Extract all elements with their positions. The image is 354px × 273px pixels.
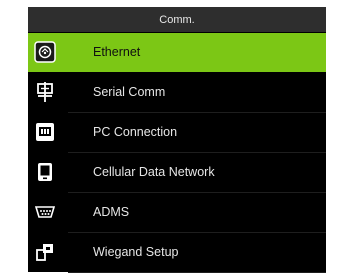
menu-item-pc-connection[interactable]: PC Connection xyxy=(28,113,326,153)
menu-item-label: Wiegand Setup xyxy=(93,245,179,259)
menu-item-cellular-data-network[interactable]: Cellular Data Network xyxy=(28,153,326,193)
menu-item-label: Serial Comm xyxy=(93,85,166,99)
menu-item-label: PC Connection xyxy=(93,125,178,139)
menu-item-serial-comm[interactable]: Serial Comm xyxy=(28,73,326,113)
menu-item-label: ADMS xyxy=(93,205,130,219)
menu-item-label: Cellular Data Network xyxy=(93,165,215,179)
ethernet-icon xyxy=(34,41,56,63)
menu-item-ethernet[interactable]: Ethernet xyxy=(28,33,326,72)
comm-menu-screen: Comm. Ethernet Serial Comm PC Connection… xyxy=(28,7,326,273)
pc-connection-icon xyxy=(34,121,56,143)
menu-item-wiegand-setup[interactable]: Wiegand Setup xyxy=(28,233,326,273)
serial-comm-icon xyxy=(34,81,56,103)
wiegand-icon xyxy=(34,241,56,263)
comm-menu-list: Ethernet Serial Comm PC Connection Cellu… xyxy=(28,33,326,273)
adms-icon xyxy=(34,201,56,223)
menu-item-label: Ethernet xyxy=(93,45,141,59)
page-title: Comm. xyxy=(28,7,326,33)
menu-item-adms[interactable]: ADMS xyxy=(28,193,326,233)
cellular-data-icon xyxy=(34,161,56,183)
